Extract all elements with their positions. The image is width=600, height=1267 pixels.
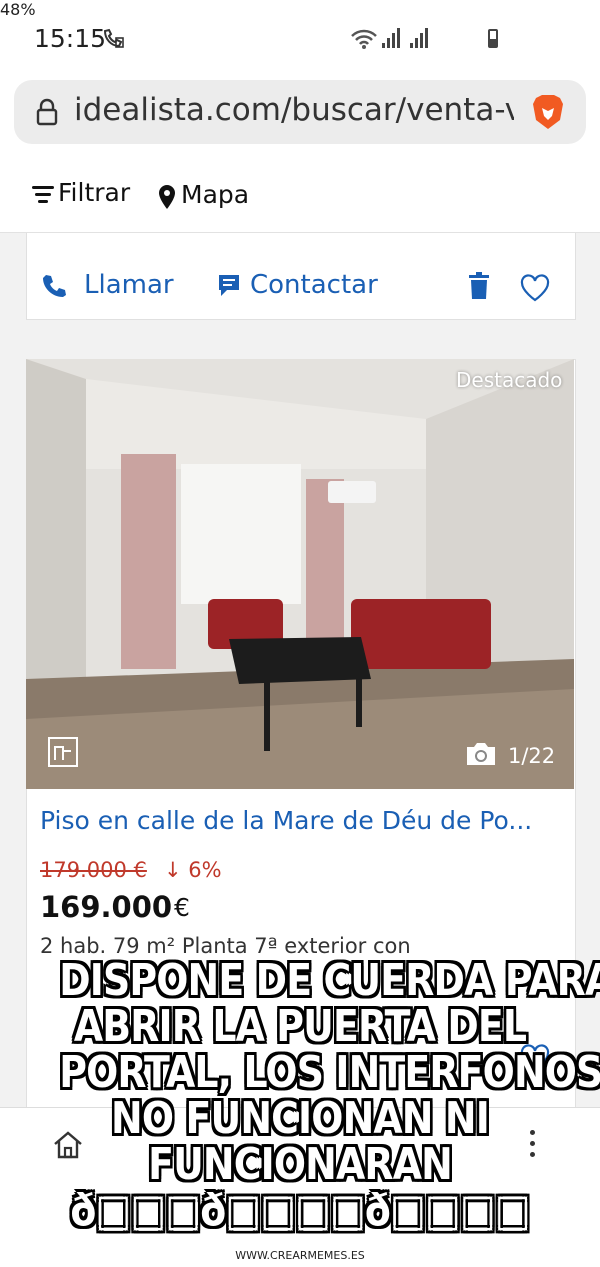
signal-icon bbox=[382, 28, 400, 48]
map-button[interactable]: Mapa bbox=[181, 180, 249, 209]
photo-counter: 1/22 bbox=[508, 744, 556, 768]
trash-icon[interactable] bbox=[468, 272, 490, 304]
featured-badge: Destacado bbox=[456, 368, 563, 392]
old-price: 179.000 € bbox=[40, 858, 147, 882]
meme-line: FUNCIONARAN bbox=[148, 1139, 453, 1190]
signal-icons bbox=[382, 28, 428, 48]
current-price: 169.000 bbox=[40, 890, 173, 924]
signal-icon bbox=[410, 28, 428, 48]
currency-symbol: € bbox=[174, 893, 190, 922]
listing-title[interactable]: Piso en calle de la Mare de Déu de Po... bbox=[40, 806, 562, 835]
price-drop: ↓ 6% bbox=[164, 858, 222, 882]
battery-percent: 48% bbox=[0, 0, 36, 19]
filter-icon[interactable] bbox=[32, 186, 54, 207]
brave-lion-icon[interactable] bbox=[528, 92, 568, 132]
map-pin-icon[interactable] bbox=[158, 184, 176, 214]
chat-icon[interactable] bbox=[217, 273, 241, 303]
meme-line: ð□□□ð□□□□ð□□□□ bbox=[70, 1185, 530, 1236]
status-time: 15:15 bbox=[34, 24, 107, 53]
meme-line: PORTAL, LOS INTERFONOS bbox=[59, 1047, 600, 1098]
watermark: WWW.CREARMEMES.ES bbox=[235, 1249, 365, 1262]
meme-line: NO FUNCIONAN NI bbox=[111, 1093, 490, 1144]
meme-line: ABRIR LA PUERTA DEL bbox=[73, 1001, 527, 1052]
call-button[interactable]: Llamar bbox=[84, 270, 174, 300]
wifi-calling-icon bbox=[102, 28, 126, 54]
listing-photo[interactable] bbox=[26, 359, 574, 789]
contact-button[interactable]: Contactar bbox=[250, 270, 378, 300]
url-text[interactable]: idealista.com/buscar/venta-v bbox=[74, 92, 514, 136]
camera-icon bbox=[464, 741, 498, 771]
phone-icon[interactable] bbox=[40, 272, 68, 304]
meme-line: DISPONE DE CUERDA PARA bbox=[59, 955, 600, 1006]
favorite-heart-icon[interactable] bbox=[520, 274, 550, 306]
battery-icon bbox=[488, 29, 498, 48]
floor-plan-icon[interactable] bbox=[48, 737, 78, 767]
filter-button[interactable]: Filtrar bbox=[58, 178, 130, 207]
meme-caption: DISPONE DE CUERDA PARA ABRIR LA PUERTA D… bbox=[59, 955, 600, 1236]
lock-icon[interactable] bbox=[36, 98, 58, 126]
wifi-icon bbox=[350, 28, 378, 54]
